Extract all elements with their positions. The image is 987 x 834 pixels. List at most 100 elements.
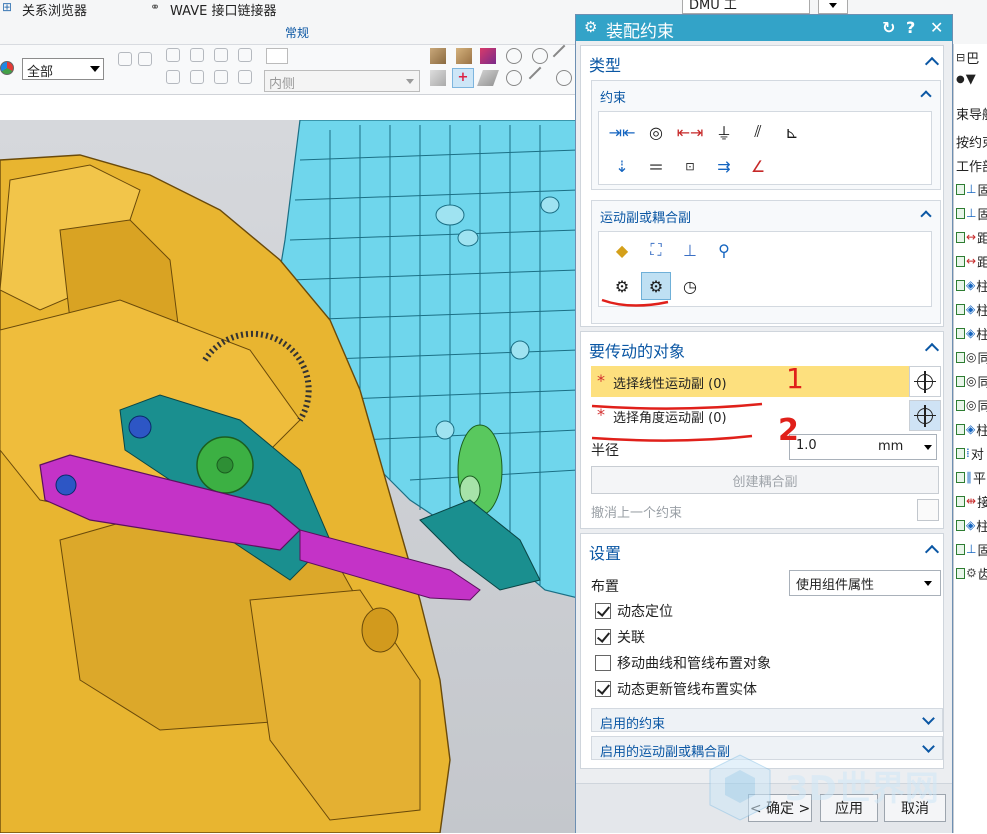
chevron-up-icon[interactable] [924, 544, 940, 560]
nav-row[interactable]: ◎同 [956, 394, 987, 416]
snap-point-icon[interactable] [506, 48, 522, 64]
selection-tool-icon[interactable] [238, 48, 252, 62]
close-icon[interactable]: ✕ [930, 18, 943, 37]
relation-browser-button[interactable]: 关系浏览器 [22, 0, 87, 19]
shaded-edges-cube-icon[interactable] [456, 48, 472, 64]
nav-row[interactable]: 工作部 [956, 154, 987, 176]
inner-face-select[interactable]: 内侧 [264, 70, 420, 92]
checkbox-icon[interactable] [956, 519, 965, 531]
nav-row[interactable]: ◈柱 [956, 322, 987, 344]
align-lock-icon[interactable]: ⇉ [709, 152, 739, 180]
nav-row[interactable]: ◈柱 [956, 418, 987, 440]
selection-tool-icon[interactable] [166, 70, 180, 84]
color-filter-icon[interactable] [0, 61, 14, 75]
selection-tool-icon[interactable] [138, 52, 152, 66]
checkbox-icon[interactable] [956, 447, 965, 459]
checkbox-icon[interactable] [956, 255, 965, 267]
checkbox-icon[interactable] [956, 399, 965, 411]
nav-row[interactable]: ◎同 [956, 346, 987, 368]
nav-row[interactable]: ⊥固 [956, 202, 987, 224]
concentric-icon[interactable]: ◎ [641, 118, 671, 146]
checkbox-icon[interactable] [595, 629, 611, 645]
select-linear-target-button[interactable] [909, 366, 941, 397]
enabled-joints-group[interactable]: 启用的运动副或耦合副 [591, 736, 943, 760]
fix-icon[interactable]: ⏚ [709, 118, 739, 146]
selection-tool-icon[interactable] [190, 48, 204, 62]
nav-row[interactable]: ⊟ 巴 [956, 46, 987, 68]
undo-constraint-icon[interactable] [917, 499, 939, 521]
perpendicular-icon[interactable]: ⊾ [777, 118, 807, 146]
checkbox-icon[interactable] [956, 183, 965, 195]
checkbox-icon[interactable] [595, 603, 611, 619]
objects-section-header[interactable]: 要传动的对象 [589, 338, 685, 362]
select-angular-target-button[interactable] [909, 400, 941, 431]
shaded-cube-icon[interactable] [430, 48, 446, 64]
wireframe-cube-icon[interactable] [430, 70, 446, 86]
wave-link-icon[interactable]: ⚭ [150, 0, 160, 14]
selection-tool-icon[interactable] [166, 48, 180, 62]
parallel-icon[interactable]: ⫽ [743, 118, 773, 146]
chevron-down-icon[interactable] [924, 445, 932, 450]
rack-pinion-coupler-icon[interactable]: ⚙ [641, 272, 671, 300]
nav-row[interactable]: ∥ 平 [956, 466, 987, 488]
selection-tool-icon[interactable] [214, 48, 228, 62]
dynamic-update-routing-checkbox[interactable]: 动态更新管线布置实体 [595, 678, 757, 700]
selection-tool-icon[interactable] [118, 52, 132, 66]
checkbox-icon[interactable] [956, 543, 965, 555]
nav-row[interactable]: ↔距 [956, 250, 987, 272]
checkbox-icon[interactable] [956, 423, 965, 435]
checkbox-icon[interactable] [956, 303, 965, 315]
nav-row[interactable]: ⊥固 [956, 178, 987, 200]
colored-cube-icon[interactable] [480, 48, 496, 64]
settings-section-header[interactable]: 设置 [589, 540, 621, 564]
chevron-up-icon[interactable] [924, 342, 940, 358]
chevron-up-icon[interactable] [920, 90, 932, 102]
nav-row[interactable]: ⇹接 [956, 490, 987, 512]
select-angular-joint-row[interactable]: * 选择角度运动副 (0) [591, 400, 909, 431]
nav-row[interactable]: ↔距 [956, 226, 987, 248]
ok-button[interactable]: < 确定 > [748, 794, 812, 822]
screw-joint-icon[interactable]: ⚲ [709, 236, 739, 264]
radius-input[interactable]: 1.0 mm [789, 434, 937, 460]
nav-row[interactable]: ⁞ 对 [956, 442, 987, 464]
checkbox-icon[interactable] [956, 495, 965, 507]
cylindrical-joint-icon[interactable]: ⊥ [675, 236, 705, 264]
selection-tool-icon[interactable] [190, 70, 204, 84]
bond-icon[interactable]: ＝ [641, 152, 671, 180]
checkbox-icon[interactable] [956, 351, 965, 363]
nav-row[interactable]: ◈柱 [956, 514, 987, 536]
checkbox-icon[interactable] [595, 655, 611, 671]
layout-select[interactable]: 使用组件属性 [789, 570, 941, 596]
nav-row[interactable]: 按约束 [956, 130, 987, 152]
selection-tool-icon[interactable] [238, 70, 252, 84]
center-icon[interactable]: ⊡ [675, 152, 705, 180]
checkbox-icon[interactable] [956, 207, 965, 219]
selection-tool-icon[interactable] [214, 70, 228, 84]
apply-button[interactable]: 应用 [820, 794, 878, 822]
nav-row[interactable]: ● ▼ [956, 68, 987, 90]
nav-row[interactable]: ◈柱 [956, 274, 987, 296]
nav-row[interactable]: ⚙齿 [956, 562, 987, 584]
checkbox-icon[interactable] [956, 471, 965, 483]
checkbox-icon[interactable] [956, 327, 965, 339]
cable-coupler-icon[interactable]: ◷ [675, 272, 705, 300]
cancel-button[interactable]: 取消 [884, 794, 946, 822]
slider-joint-icon[interactable]: ◆ [607, 236, 637, 264]
joint-subheader[interactable]: 运动副或耦合副 [600, 207, 691, 226]
fit-icon[interactable]: ⇣ [607, 152, 637, 180]
intersect-snap-icon[interactable]: + [452, 68, 474, 88]
dmu-dropdown[interactable] [818, 0, 848, 14]
checkbox-icon[interactable] [956, 279, 965, 291]
nav-row[interactable]: ◎同 [956, 370, 987, 392]
enabled-constraints-group[interactable]: 启用的约束 [591, 708, 943, 732]
checkbox-icon[interactable] [595, 681, 611, 697]
touch-align-icon[interactable]: ⇥⇤ [607, 118, 637, 146]
type-section-header[interactable]: 类型 [589, 52, 621, 76]
angle-icon[interactable]: ∠ [743, 152, 773, 180]
snap-quadrant-icon[interactable] [506, 70, 522, 86]
associative-checkbox[interactable]: 关联 [595, 626, 645, 648]
checkbox-icon[interactable] [956, 375, 965, 387]
help-icon[interactable]: ? [906, 18, 915, 37]
revolute-joint-icon[interactable]: ⛶ [641, 236, 671, 264]
dmu-field[interactable]: DMU 工 [682, 0, 810, 14]
